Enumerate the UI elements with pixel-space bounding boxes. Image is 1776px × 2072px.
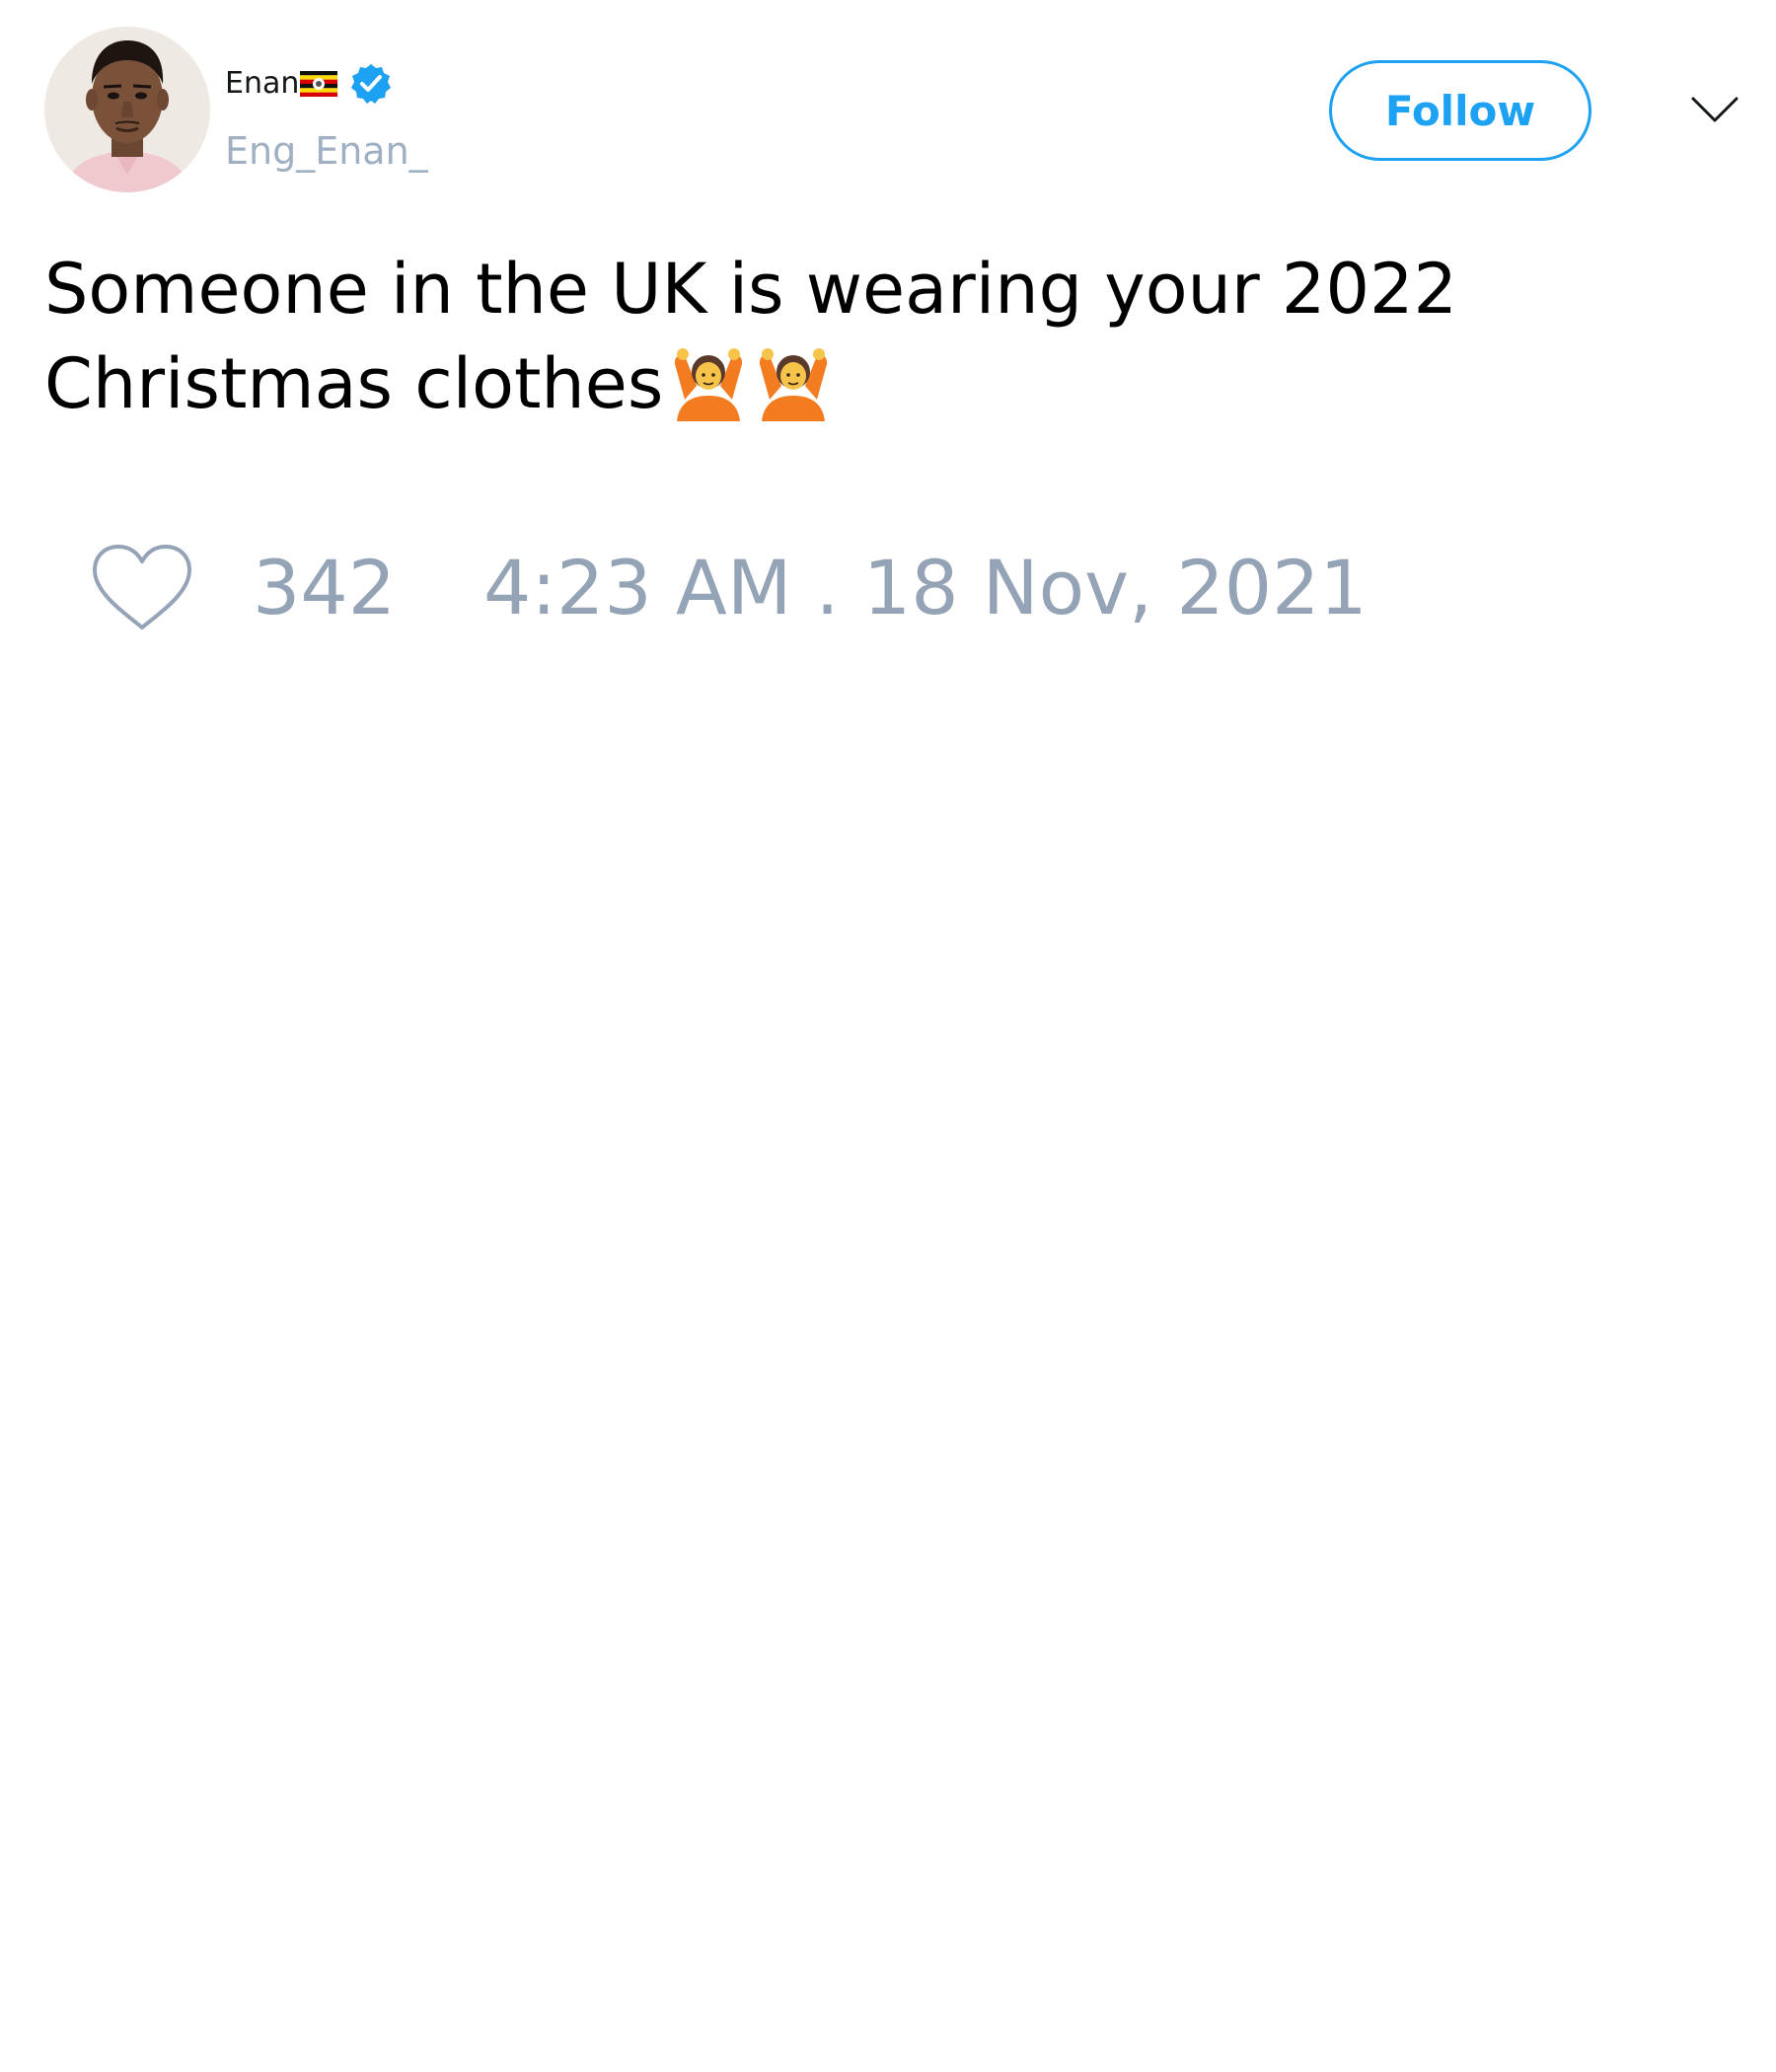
tweet-text-line-2: Christmas clothes [44,336,1663,431]
author-name-row[interactable]: Enan [225,59,393,109]
verified-badge-icon [349,62,393,106]
chevron-down-icon[interactable] [1689,91,1740,130]
display-name[interactable]: Enan [225,59,299,109]
tweet-text-line-1: Someone in the UK is wearing your 2022 [44,249,1458,330]
tweet-timestamp[interactable]: 4:23 AM . 18 Nov, 2021 [483,541,1368,635]
author-handle[interactable]: Eng_Enan_ [225,124,428,178]
person-gesturing-ok-icon [669,342,748,421]
tweet-text-line-2-text: Christmas clothes [44,343,664,424]
heart-icon[interactable] [89,541,195,635]
follow-button[interactable]: Follow [1329,60,1591,161]
person-gesturing-ok-icon [754,342,833,421]
uganda-flag-icon [300,71,338,97]
avatar[interactable] [44,27,210,192]
like-count[interactable]: 342 [253,541,396,635]
tweet-text: Someone in the UK is wearing your 2022 C… [44,242,1663,431]
